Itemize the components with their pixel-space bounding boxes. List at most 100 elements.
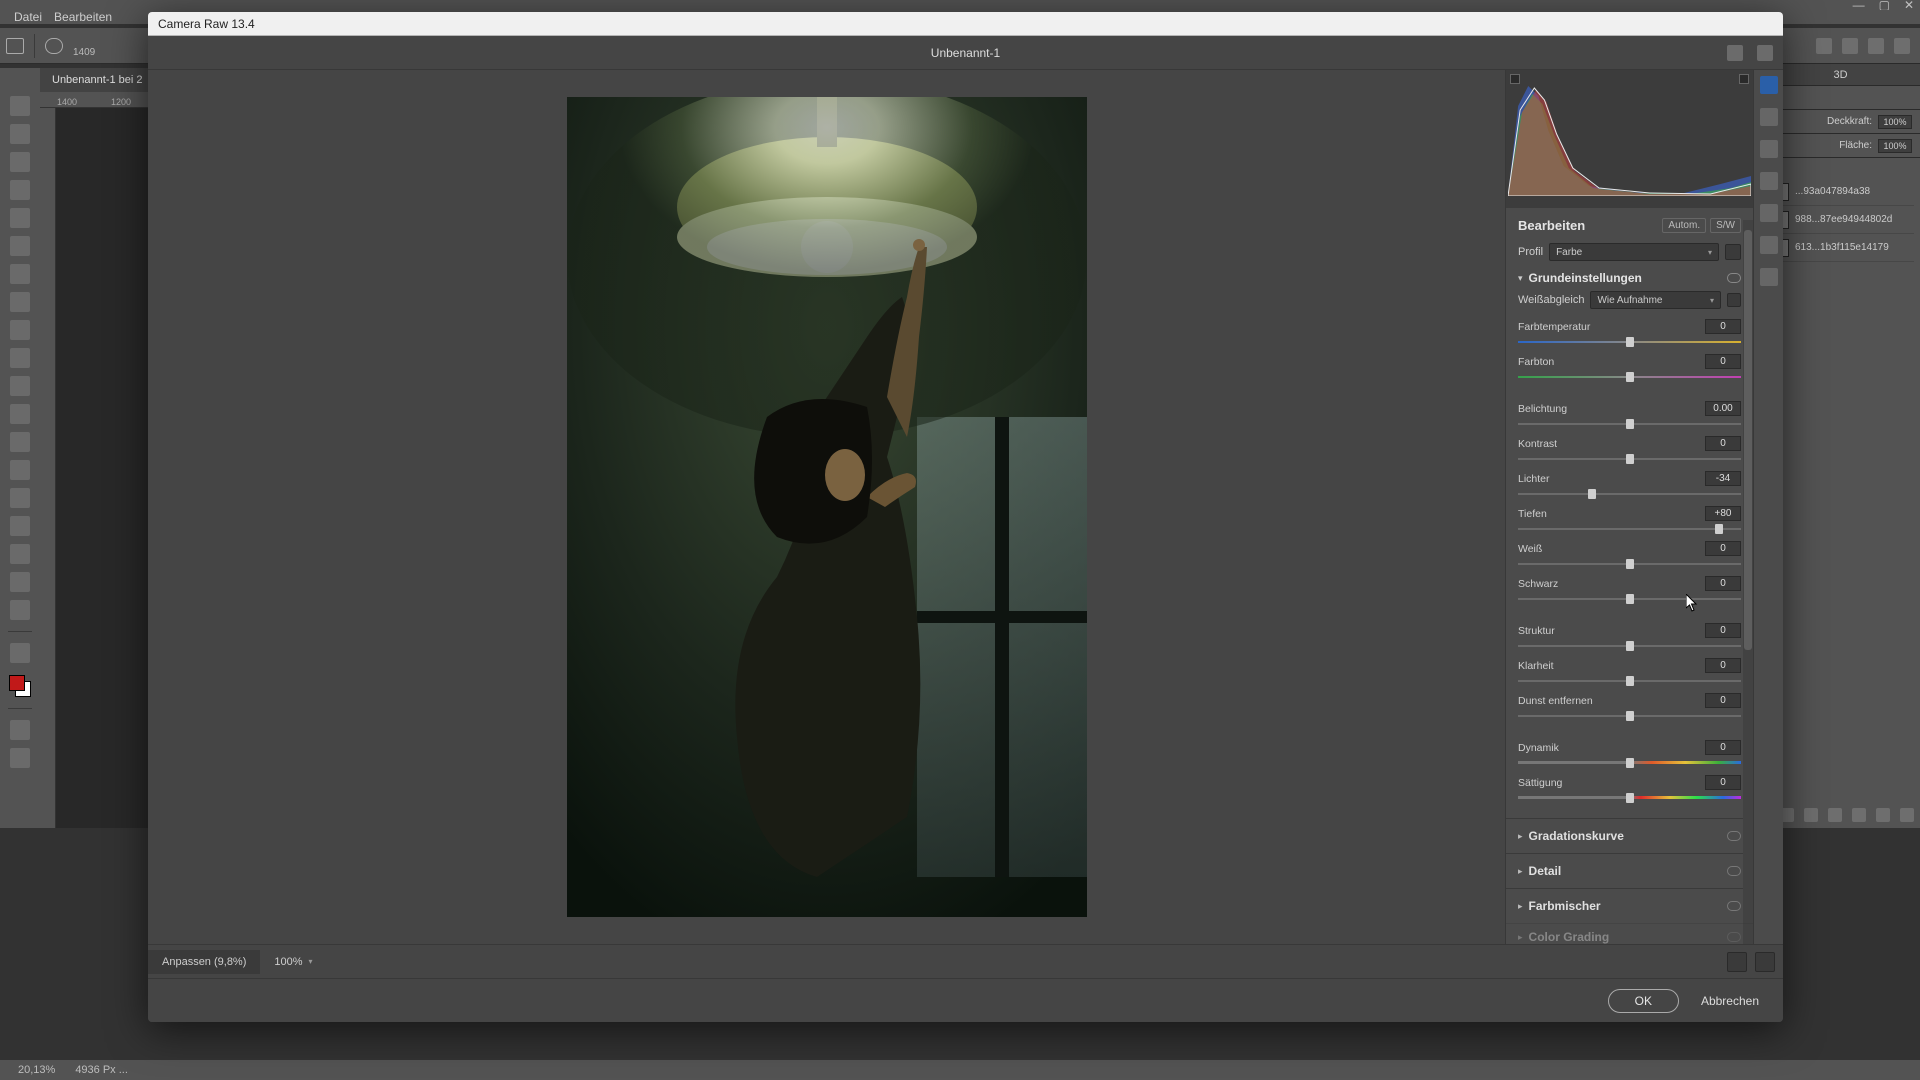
trash-icon[interactable] xyxy=(1900,808,1914,822)
slider-texture[interactable]: Struktur0 xyxy=(1518,623,1741,650)
compare-view-icon[interactable] xyxy=(1755,952,1775,972)
slider-track[interactable] xyxy=(1518,528,1741,530)
home-icon[interactable] xyxy=(6,38,24,54)
cancel-button[interactable]: Abbrechen xyxy=(1701,994,1759,1008)
slider-knob[interactable] xyxy=(1715,524,1723,534)
slider-value[interactable]: 0 xyxy=(1705,658,1741,673)
search-icon[interactable] xyxy=(1842,38,1858,54)
panel-tab-3d[interactable]: 3D xyxy=(1833,69,1847,81)
mask-icon[interactable] xyxy=(1804,808,1818,822)
slider-exposure[interactable]: Belichtung0.00 xyxy=(1518,401,1741,428)
slider-tint[interactable]: Farbton0 xyxy=(1518,354,1741,381)
section-farbmischer[interactable]: ▸Farbmischer xyxy=(1506,888,1753,923)
preview-area[interactable] xyxy=(148,70,1505,944)
adjust-layer-icon[interactable] xyxy=(1828,808,1842,822)
slider-knob[interactable] xyxy=(1626,559,1634,569)
history-brush-icon[interactable] xyxy=(10,376,30,396)
eye-icon[interactable] xyxy=(1727,831,1741,841)
slider-knob[interactable] xyxy=(1626,758,1634,768)
slider-knob[interactable] xyxy=(1626,711,1634,721)
slider-saturation[interactable]: Sättigung0 xyxy=(1518,775,1741,802)
group-icon[interactable] xyxy=(1852,808,1866,822)
section-gradationskurve[interactable]: ▸Gradationskurve xyxy=(1506,818,1753,853)
menu-file[interactable]: Datei xyxy=(14,10,42,24)
heal-tool-icon[interactable] xyxy=(10,292,30,312)
gear-icon[interactable] xyxy=(1727,45,1743,61)
marquee-tool-icon[interactable] xyxy=(10,124,30,144)
slider-knob[interactable] xyxy=(1626,676,1634,686)
eye-icon[interactable] xyxy=(1727,932,1741,942)
quickmask-icon[interactable] xyxy=(10,720,30,740)
lasso-tool-icon[interactable] xyxy=(10,152,30,172)
profile-select[interactable]: Farbe xyxy=(1549,243,1719,261)
highlight-clip-icon[interactable] xyxy=(1739,74,1749,84)
eyedropper-icon[interactable] xyxy=(1727,293,1741,307)
slider-value[interactable]: 0 xyxy=(1705,319,1741,334)
eye-icon[interactable] xyxy=(1846,92,1858,104)
slider-knob[interactable] xyxy=(1626,641,1634,651)
opacity-value[interactable]: 100% xyxy=(1878,115,1912,129)
auto-button[interactable]: Autom. xyxy=(1662,218,1706,233)
slider-highlights[interactable]: Lichter-34 xyxy=(1518,471,1741,498)
eye-icon[interactable] xyxy=(1727,273,1741,283)
refresh-icon[interactable] xyxy=(1900,92,1912,104)
slider-knob[interactable] xyxy=(1626,793,1634,803)
pen-tool-icon[interactable] xyxy=(10,516,30,536)
slider-value[interactable]: 0 xyxy=(1705,354,1741,369)
cloud-icon[interactable] xyxy=(1816,38,1832,54)
document-tab[interactable]: Unbenannt-1 bei 2 xyxy=(40,68,155,92)
frame-tool-icon[interactable] xyxy=(10,236,30,256)
lock-icon[interactable] xyxy=(1821,140,1833,152)
zoom-select[interactable]: 100% xyxy=(260,950,326,974)
slider-knob[interactable] xyxy=(1626,372,1634,382)
path-tool-icon[interactable] xyxy=(10,572,30,592)
crop-tool-icon[interactable] xyxy=(1760,108,1778,126)
single-view-icon[interactable] xyxy=(1727,952,1747,972)
workspace-icon[interactable] xyxy=(1868,38,1884,54)
slider-contrast[interactable]: Kontrast0 xyxy=(1518,436,1741,463)
eyedropper-tool-icon[interactable] xyxy=(10,264,30,284)
dialog-titlebar[interactable]: Camera Raw 13.4 xyxy=(148,12,1783,36)
slider-value[interactable]: 0 xyxy=(1705,436,1741,451)
eraser-tool-icon[interactable] xyxy=(10,404,30,424)
dodge-tool-icon[interactable] xyxy=(10,488,30,508)
slider-shadows[interactable]: Tiefen+80 xyxy=(1518,506,1741,533)
slider-knob[interactable] xyxy=(1588,489,1596,499)
new-layer-icon[interactable] xyxy=(1876,808,1890,822)
bw-button[interactable]: S/W xyxy=(1710,218,1741,233)
slider-value[interactable]: -34 xyxy=(1705,471,1741,486)
ok-button[interactable]: OK xyxy=(1608,989,1679,1013)
more-tools-icon[interactable] xyxy=(10,643,30,663)
layer-row[interactable]: 988...87ee94944802d xyxy=(1767,206,1914,234)
slider-value[interactable]: 0 xyxy=(1705,693,1741,708)
fit-button[interactable]: Anpassen (9,8%) xyxy=(148,950,260,974)
fill-value[interactable]: 100% xyxy=(1878,139,1912,153)
share-icon[interactable] xyxy=(1894,38,1910,54)
heal-tool-icon[interactable] xyxy=(1760,140,1778,158)
slider-dehaze[interactable]: Dunst entfernen0 xyxy=(1518,693,1741,720)
layer-row[interactable]: ...93a047894a38 xyxy=(1767,178,1914,206)
slider-track[interactable] xyxy=(1518,493,1741,495)
paragraph-icon[interactable] xyxy=(1882,92,1894,104)
slider-whites[interactable]: Weiß0 xyxy=(1518,541,1741,568)
type-panel-icon[interactable] xyxy=(1864,92,1876,104)
slider-knob[interactable] xyxy=(1626,594,1634,604)
eye-icon[interactable] xyxy=(1727,901,1741,911)
brush-preset-icon[interactable] xyxy=(45,38,63,54)
shadow-clip-icon[interactable] xyxy=(1510,74,1520,84)
shape-tool-icon[interactable] xyxy=(10,600,30,620)
fullscreen-icon[interactable] xyxy=(1757,45,1773,61)
screenmode-icon[interactable] xyxy=(10,748,30,768)
slider-knob[interactable] xyxy=(1626,454,1634,464)
wand-tool-icon[interactable] xyxy=(10,180,30,200)
edit-tool-icon[interactable] xyxy=(1760,76,1778,94)
section-detail[interactable]: ▸Detail xyxy=(1506,853,1753,888)
slider-value[interactable]: +80 xyxy=(1705,506,1741,521)
gradient-tool-icon[interactable] xyxy=(10,432,30,452)
slider-value[interactable]: 0 xyxy=(1705,775,1741,790)
histogram[interactable] xyxy=(1506,70,1753,208)
redeye-tool-icon[interactable] xyxy=(1760,204,1778,222)
slider-blacks[interactable]: Schwarz0 xyxy=(1518,576,1741,603)
slider-clarity[interactable]: Klarheit0 xyxy=(1518,658,1741,685)
stamp-tool-icon[interactable] xyxy=(10,348,30,368)
